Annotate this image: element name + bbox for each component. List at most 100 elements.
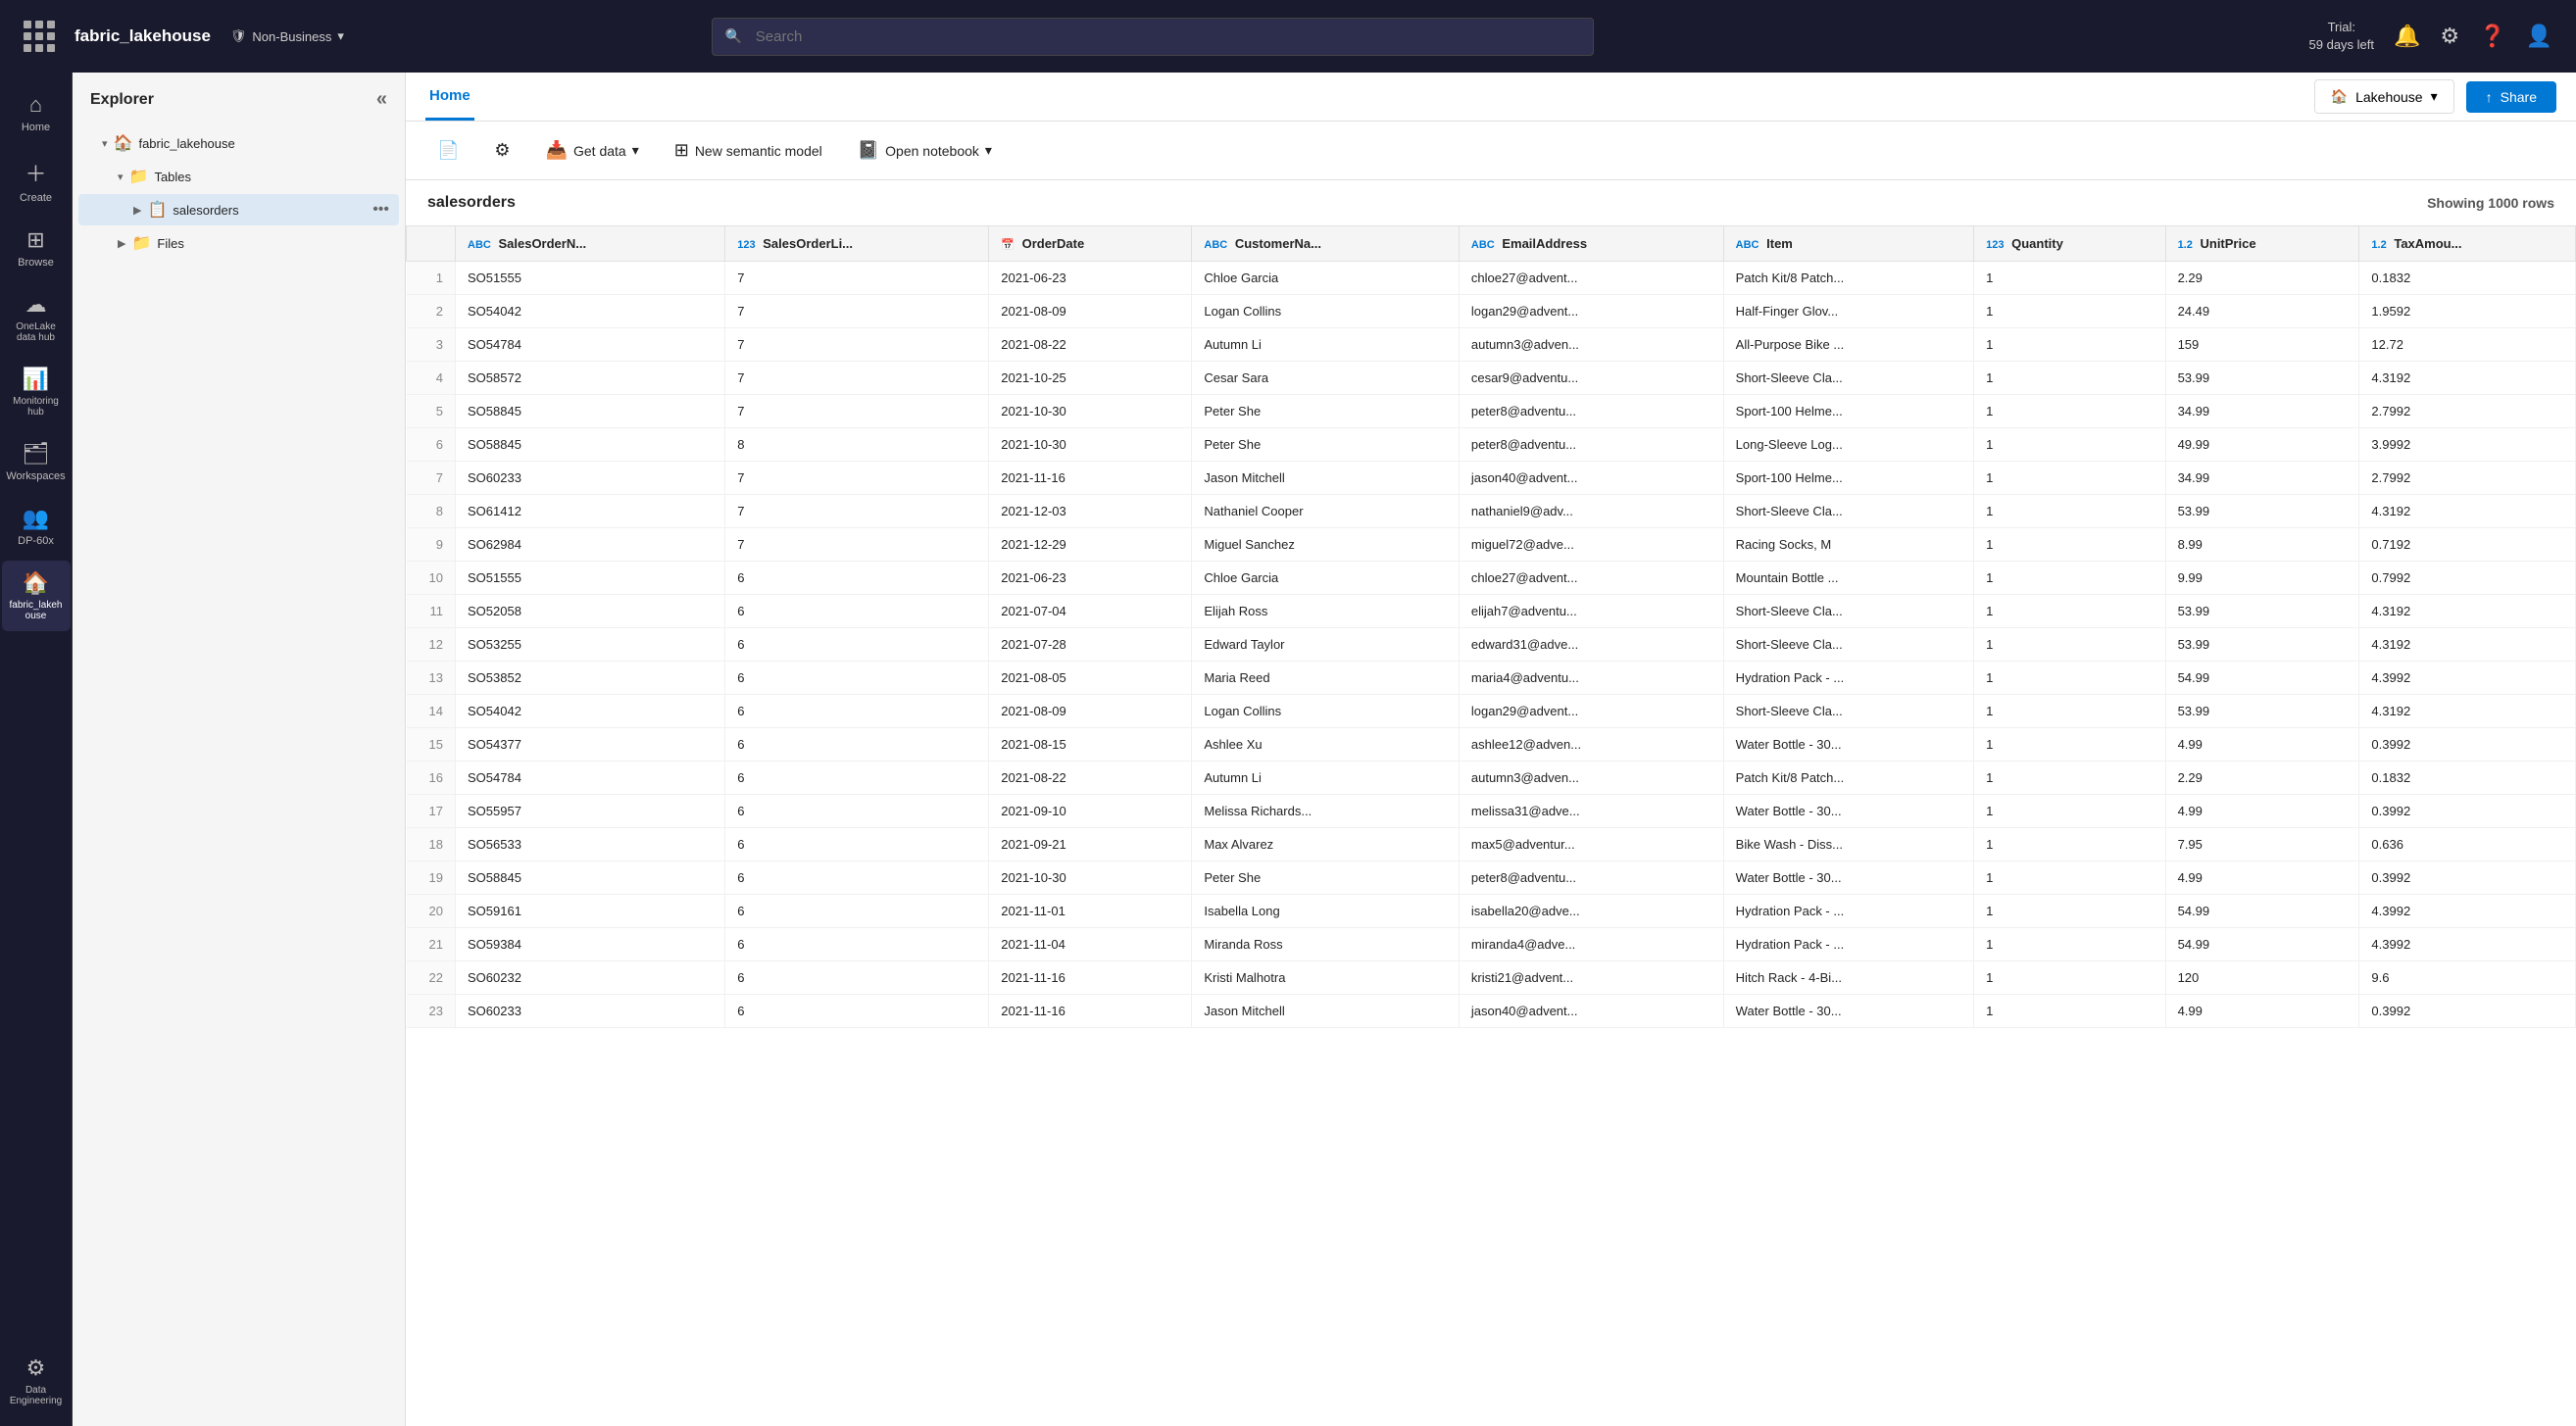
lakehouse-button[interactable]: 🏠 Lakehouse ▾ — [2314, 79, 2454, 114]
lakehouse-label: Lakehouse — [2355, 89, 2423, 105]
sidebar-item-create[interactable]: ＋ Create — [2, 147, 71, 214]
tree-item-files[interactable]: ▶ 📁 Files — [78, 227, 399, 259]
data-cell: 6 — [725, 995, 989, 1028]
search-input[interactable] — [712, 18, 1594, 56]
app-menu-button[interactable] — [24, 21, 55, 52]
salesorders-more-icon[interactable]: ••• — [372, 201, 389, 219]
topnav: fabric_lakehouse 🛡 Non-Business ▾ Trial:… — [0, 0, 2576, 73]
settings-button[interactable]: ⚙ — [480, 132, 523, 169]
data-cell: 6 — [725, 695, 989, 728]
data-cell: 9.6 — [2359, 961, 2576, 995]
data-cell: Sport-100 Helme... — [1723, 462, 1973, 495]
data-cell: Short-Sleeve Cla... — [1723, 495, 1973, 528]
help-icon[interactable]: ❓ — [2479, 24, 2505, 49]
data-cell: Patch Kit/8 Patch... — [1723, 262, 1973, 295]
data-cell: 7.95 — [2165, 828, 2359, 861]
row-num-cell: 5 — [407, 395, 456, 428]
data-table: ABC SalesOrderN... 123 SalesOrderLi... 📅… — [406, 225, 2576, 1028]
data-cell: peter8@adventu... — [1459, 861, 1723, 895]
trial-line2: 59 days left — [2309, 36, 2375, 54]
tree-item-root[interactable]: ▾ 🏠 fabric_lakehouse — [78, 127, 399, 159]
data-cell: Peter She — [1192, 428, 1460, 462]
tables-label: Tables — [154, 170, 389, 184]
showing-rows-label: Showing 1000 rows — [2427, 195, 2554, 211]
data-cell: kristi21@advent... — [1459, 961, 1723, 995]
notifications-icon[interactable]: 🔔 — [2394, 24, 2420, 49]
sidebar-item-dp60x[interactable]: 👥 DP-60x — [2, 496, 71, 557]
data-cell: Melissa Richards... — [1192, 795, 1460, 828]
get-data-button[interactable]: 📥 Get data ▾ — [532, 132, 653, 169]
classification-chevron-icon[interactable]: ▾ — [337, 28, 344, 44]
data-cell: SO54377 — [456, 728, 725, 762]
col-header-unitprice[interactable]: 1.2 UnitPrice — [2165, 226, 2359, 262]
data-cell: 159 — [2165, 328, 2359, 362]
col-header-emailaddress[interactable]: ABC EmailAddress — [1459, 226, 1723, 262]
col-header-quantity[interactable]: 123 Quantity — [1974, 226, 2165, 262]
row-num-cell: 1 — [407, 262, 456, 295]
table-row: 10SO5155562021-06-23Chloe Garciachloe27@… — [407, 562, 2576, 595]
data-cell: 4.3192 — [2359, 495, 2576, 528]
data-cell: All-Purpose Bike ... — [1723, 328, 1973, 362]
col-header-customername[interactable]: ABC CustomerNa... — [1192, 226, 1460, 262]
sidebar-item-dataengineering[interactable]: ⚙ Data Engineering — [2, 1346, 71, 1416]
data-cell: Jason Mitchell — [1192, 995, 1460, 1028]
shield-icon: 🛡 — [230, 28, 247, 44]
table-row: 14SO5404262021-08-09Logan Collinslogan29… — [407, 695, 2576, 728]
sidebar-item-home[interactable]: ⌂ Home — [2, 82, 71, 143]
data-cell: Short-Sleeve Cla... — [1723, 595, 1973, 628]
data-cell: jason40@advent... — [1459, 995, 1723, 1028]
data-cell: 0.1832 — [2359, 762, 2576, 795]
main-area: Home 🏠 Lakehouse ▾ ↑ Share 📄 ⚙ — [406, 73, 2576, 1426]
open-notebook-button[interactable]: 📓 Open notebook ▾ — [844, 132, 1006, 169]
col-header-taxamount[interactable]: 1.2 TaxAmou... — [2359, 226, 2576, 262]
sidebar-item-browse[interactable]: ⊞ Browse — [2, 218, 71, 278]
data-cell: SO59384 — [456, 928, 725, 961]
data-cell: Short-Sleeve Cla... — [1723, 362, 1973, 395]
new-query-button[interactable]: 📄 — [423, 132, 472, 169]
new-semantic-model-button[interactable]: ⊞ New semantic model — [661, 132, 836, 169]
lakehouse-icon: 🏠 — [2331, 88, 2348, 105]
data-cell: 0.3992 — [2359, 861, 2576, 895]
data-cell: Miranda Ross — [1192, 928, 1460, 961]
data-cell: 2021-11-16 — [989, 462, 1192, 495]
col-header-salesorderline[interactable]: 123 SalesOrderLi... — [725, 226, 989, 262]
row-num-cell: 8 — [407, 495, 456, 528]
account-icon[interactable]: 👤 — [2526, 24, 2552, 49]
home-tab[interactable]: Home — [425, 73, 474, 121]
sidebar-item-monitoring[interactable]: 📊 Monitoring hub — [2, 357, 71, 427]
sidebar-item-fabriclakehouse[interactable]: 🏠 fabric_lakeh ouse — [2, 561, 71, 631]
settings-icon[interactable]: ⚙ — [2440, 24, 2459, 49]
col-header-item[interactable]: ABC Item — [1723, 226, 1973, 262]
sidebar-item-workspaces[interactable]: 🗂 Workspaces — [2, 431, 71, 492]
sidebar-item-onelake[interactable]: ☁ OneLake data hub — [2, 282, 71, 353]
data-cell: 2.29 — [2165, 762, 2359, 795]
data-cell: Kristi Malhotra — [1192, 961, 1460, 995]
sidebar-create-label: Create — [20, 192, 52, 204]
explorer-close-button[interactable]: « — [376, 88, 387, 111]
data-cell: 120 — [2165, 961, 2359, 995]
data-cell: 53.99 — [2165, 628, 2359, 662]
share-button[interactable]: ↑ Share — [2466, 81, 2556, 113]
explorer-title: Explorer — [90, 91, 154, 109]
data-cell: ashlee12@adven... — [1459, 728, 1723, 762]
data-cell: SO54784 — [456, 328, 725, 362]
table-row: 13SO5385262021-08-05Maria Reedmaria4@adv… — [407, 662, 2576, 695]
data-cell: Hydration Pack - ... — [1723, 662, 1973, 695]
col-header-salesordernumber[interactable]: ABC SalesOrderN... — [456, 226, 725, 262]
tree-item-salesorders[interactable]: ▶ 📋 salesorders ••• — [78, 194, 399, 225]
data-cell: 4.3192 — [2359, 595, 2576, 628]
row-num-cell: 21 — [407, 928, 456, 961]
share-label: Share — [2501, 89, 2537, 105]
table-row: 1SO5155572021-06-23Chloe Garciachloe27@a… — [407, 262, 2576, 295]
col-header-orderdate[interactable]: 📅 OrderDate — [989, 226, 1192, 262]
col-header-rownum — [407, 226, 456, 262]
data-cell: SO54042 — [456, 295, 725, 328]
data-cell: Elijah Ross — [1192, 595, 1460, 628]
data-cell: 6 — [725, 662, 989, 695]
row-num-cell: 20 — [407, 895, 456, 928]
tree-item-tables[interactable]: ▾ 📁 Tables — [78, 161, 399, 192]
trial-info: Trial: 59 days left — [2309, 19, 2375, 54]
data-cell: 2021-07-28 — [989, 628, 1192, 662]
data-cell: elijah7@adventu... — [1459, 595, 1723, 628]
data-cell: edward31@adve... — [1459, 628, 1723, 662]
